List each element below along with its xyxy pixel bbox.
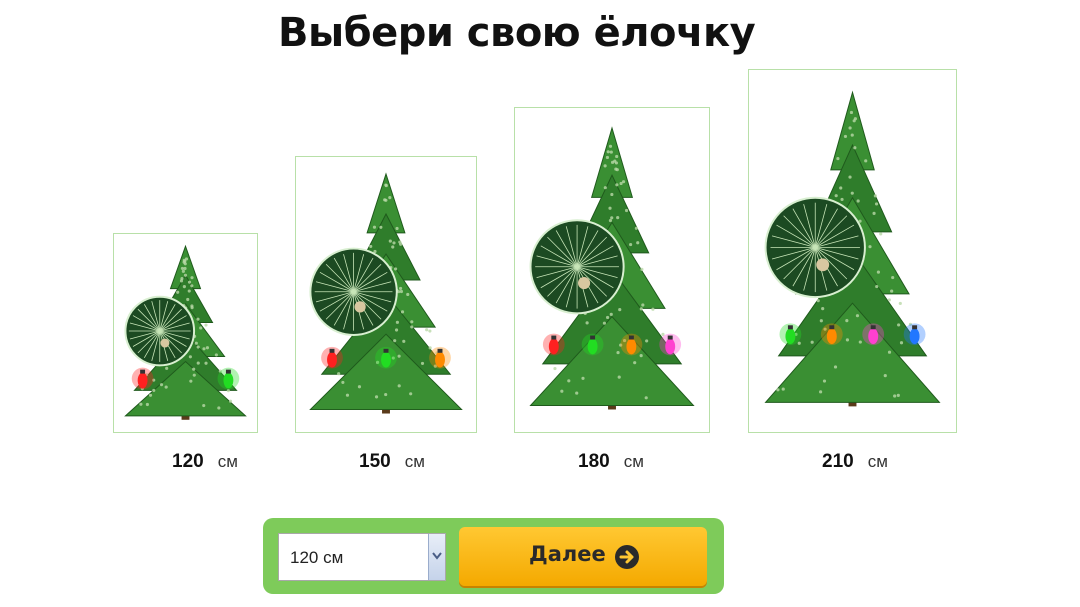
size-unit: см bbox=[624, 452, 644, 471]
size-value: 180 bbox=[578, 451, 610, 472]
size-value: 120 bbox=[172, 451, 204, 472]
next-button-label: Далее bbox=[529, 542, 606, 566]
tree-image bbox=[114, 234, 257, 432]
page-title: Выбери свою ёлочку bbox=[278, 10, 718, 56]
size-unit: см bbox=[405, 452, 425, 471]
tree-image bbox=[296, 157, 476, 432]
tree-card-180[interactable] bbox=[514, 107, 710, 433]
size-value: 150 bbox=[359, 451, 391, 472]
dropdown-arrow-icon[interactable] bbox=[428, 534, 445, 580]
arrow-right-circle-icon bbox=[614, 544, 640, 570]
tree-card-150[interactable] bbox=[295, 156, 477, 433]
size-unit: см bbox=[868, 452, 888, 471]
tree-size-label: 150 см bbox=[322, 451, 462, 473]
tree-image bbox=[749, 70, 956, 432]
size-value: 210 bbox=[822, 451, 854, 472]
tree-card-210[interactable] bbox=[748, 69, 957, 433]
size-unit: см bbox=[218, 452, 238, 471]
size-select-value: 120 см bbox=[290, 548, 343, 568]
tree-card-120[interactable] bbox=[113, 233, 258, 433]
next-button[interactable]: Далее bbox=[459, 527, 707, 586]
tree-size-label: 210 см bbox=[785, 451, 925, 473]
size-select[interactable]: 120 см bbox=[278, 533, 446, 581]
tree-size-label: 120 см bbox=[135, 451, 275, 473]
tree-size-label: 180 см bbox=[541, 451, 681, 473]
tree-image bbox=[515, 108, 709, 432]
